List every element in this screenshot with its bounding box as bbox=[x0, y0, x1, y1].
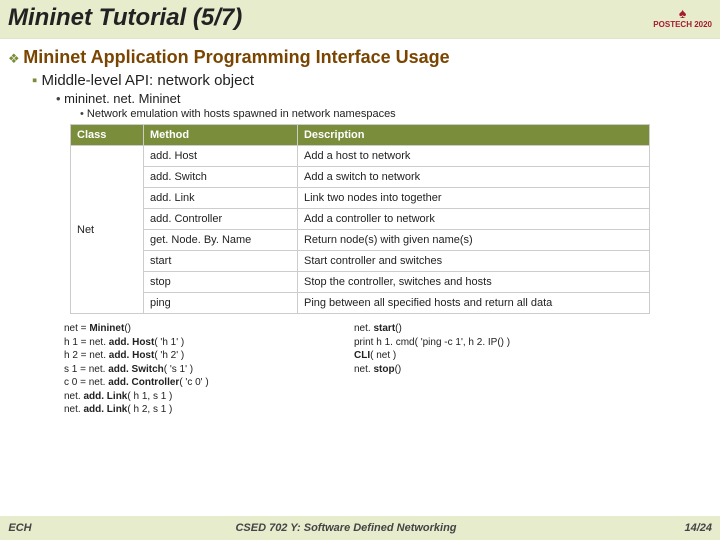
api-table: Class Method Description Net add. Host A… bbox=[70, 124, 650, 314]
cell-method: stop bbox=[144, 272, 298, 293]
cell-method: start bbox=[144, 251, 298, 272]
table-row: add. Link Link two nodes into together bbox=[71, 188, 650, 209]
th-method: Method bbox=[144, 125, 298, 146]
cell-desc: Start controller and switches bbox=[297, 251, 649, 272]
cell-desc: Add a controller to network bbox=[297, 209, 649, 230]
cell-desc: Ping between all specified hosts and ret… bbox=[297, 293, 649, 314]
footer-left: ECH bbox=[0, 522, 40, 534]
bullet-lvl1: Mininet Application Programming Interfac… bbox=[8, 47, 708, 68]
table-row: add. Controller Add a controller to netw… bbox=[71, 209, 650, 230]
code-line: s 1 = net. add. Switch( 's 1' ) bbox=[64, 363, 354, 377]
cell-method: add. Controller bbox=[144, 209, 298, 230]
cell-method: get. Node. By. Name bbox=[144, 230, 298, 251]
title-bar: Mininet Tutorial (5/7) ♠ POSTECH 2020 bbox=[0, 0, 720, 39]
cell-method: add. Switch bbox=[144, 167, 298, 188]
code-line: h 2 = net. add. Host( 'h 2' ) bbox=[64, 349, 354, 363]
bullet-lvl1-text: Mininet Application Programming Interfac… bbox=[23, 47, 449, 67]
code-line: CLI( net ) bbox=[354, 349, 510, 363]
slide: Mininet Tutorial (5/7) ♠ POSTECH 2020 Mi… bbox=[0, 0, 720, 540]
code-line: net. stop() bbox=[354, 363, 510, 377]
code-line: net. start() bbox=[354, 322, 510, 336]
table-row: add. Switch Add a switch to network bbox=[71, 167, 650, 188]
footer-bar: ECH CSED 702 Y: Software Defined Network… bbox=[0, 516, 720, 540]
code-example: net = Mininet() h 1 = net. add. Host( 'h… bbox=[64, 322, 708, 417]
cell-desc: Add a host to network bbox=[297, 146, 649, 167]
postech-logo: ♠ POSTECH 2020 bbox=[653, 6, 712, 30]
table-row: start Start controller and switches bbox=[71, 251, 650, 272]
code-line: net. add. Link( h 2, s 1 ) bbox=[64, 403, 354, 417]
bullet-lvl2-text: Middle-level API: network object bbox=[42, 72, 255, 89]
cell-desc: Add a switch to network bbox=[297, 167, 649, 188]
bullet-lvl3-text: mininet. net. Mininet bbox=[64, 91, 180, 106]
cell-desc: Return node(s) with given name(s) bbox=[297, 230, 649, 251]
table-row: stop Stop the controller, switches and h… bbox=[71, 272, 650, 293]
cell-desc: Link two nodes into together bbox=[297, 188, 649, 209]
code-line: net. add. Link( h 1, s 1 ) bbox=[64, 390, 354, 404]
slide-title: Mininet Tutorial (5/7) bbox=[8, 4, 242, 32]
cell-method: add. Link bbox=[144, 188, 298, 209]
cell-method: ping bbox=[144, 293, 298, 314]
cell-method: add. Host bbox=[144, 146, 298, 167]
code-line: net = Mininet() bbox=[64, 322, 354, 336]
bullet-lvl4-text: Network emulation with hosts spawned in … bbox=[87, 108, 396, 120]
logo-year: 2020 bbox=[694, 20, 712, 29]
footer-center: CSED 702 Y: Software Defined Networking bbox=[40, 522, 652, 534]
flame-icon: ♠ bbox=[653, 6, 712, 21]
code-line: print h 1. cmd( 'ping -c 1', h 2. IP() ) bbox=[354, 336, 510, 350]
code-left-col: net = Mininet() h 1 = net. add. Host( 'h… bbox=[64, 322, 354, 417]
th-class: Class bbox=[71, 125, 144, 146]
bullet-lvl4: Network emulation with hosts spawned in … bbox=[80, 108, 708, 120]
table-header-row: Class Method Description bbox=[71, 125, 650, 146]
bullet-lvl2: Middle-level API: network object bbox=[32, 72, 708, 89]
code-line: h 1 = net. add. Host( 'h 1' ) bbox=[64, 336, 354, 350]
cell-desc: Stop the controller, switches and hosts bbox=[297, 272, 649, 293]
content-area: Mininet Application Programming Interfac… bbox=[0, 39, 720, 417]
code-line: c 0 = net. add. Controller( 'c 0' ) bbox=[64, 376, 354, 390]
code-right-col: net. start() print h 1. cmd( 'ping -c 1'… bbox=[354, 322, 510, 417]
footer-right: 14/24 bbox=[652, 522, 720, 534]
table-row: Net add. Host Add a host to network bbox=[71, 146, 650, 167]
table-row: get. Node. By. Name Return node(s) with … bbox=[71, 230, 650, 251]
cell-class: Net bbox=[71, 146, 144, 314]
table-row: ping Ping between all specified hosts an… bbox=[71, 293, 650, 314]
th-desc: Description bbox=[297, 125, 649, 146]
bullet-lvl3: mininet. net. Mininet bbox=[56, 91, 708, 106]
logo-brand: POSTECH bbox=[653, 20, 692, 29]
